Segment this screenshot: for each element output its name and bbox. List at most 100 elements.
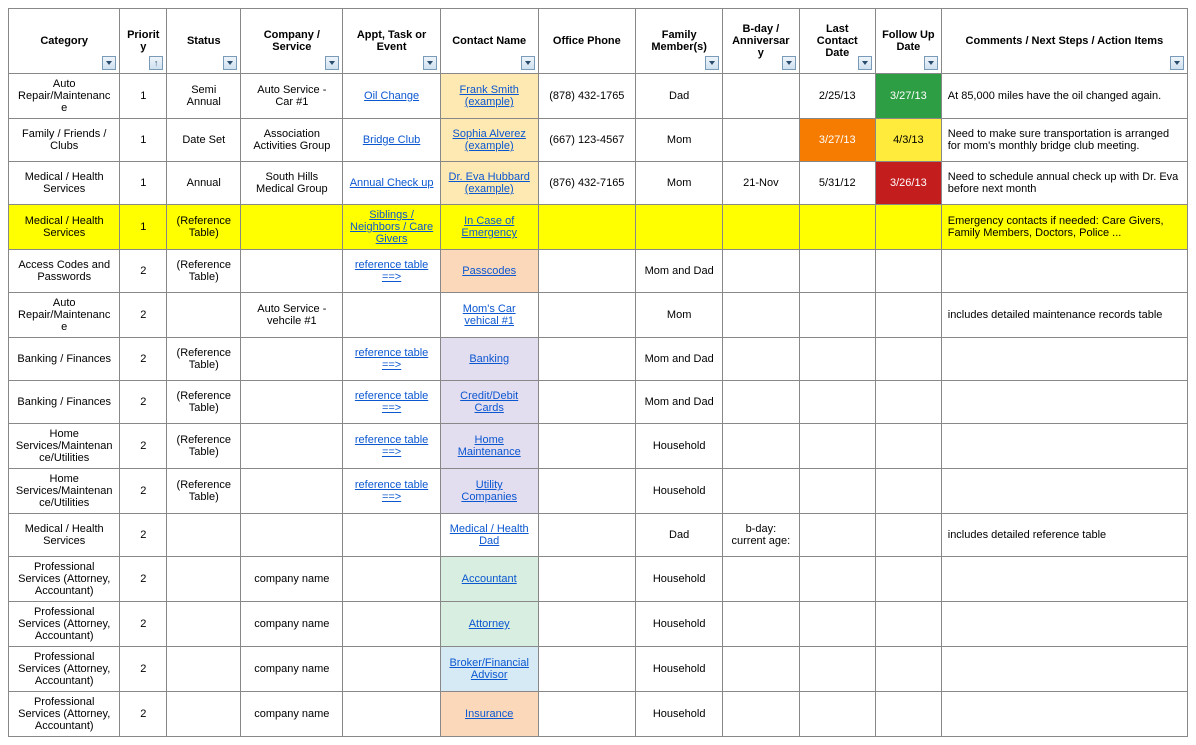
filter-dropdown-icon[interactable] <box>858 56 872 70</box>
header-label: Family Member(s) <box>651 29 707 53</box>
priority-text: 2 <box>140 353 146 365</box>
header-label: Status <box>187 35 221 47</box>
cell-appt <box>343 602 441 647</box>
table-row: Medical / Health Services1AnnualSouth Hi… <box>9 162 1188 205</box>
cell-category: Medical / Health Services <box>9 162 120 205</box>
cell-status <box>167 647 241 692</box>
contact-link[interactable]: Sophia Alverez (example) <box>453 128 526 152</box>
cell-category: Access Codes and Passwords <box>9 250 120 293</box>
cell-appt: reference table ==> <box>343 250 441 293</box>
contact-link[interactable]: Insurance <box>465 708 513 720</box>
cell-comments <box>941 602 1187 647</box>
cell-family: Mom and Dad <box>636 381 723 424</box>
cell-phone <box>538 205 636 250</box>
cell-category: Professional Services (Attorney, Account… <box>9 692 120 737</box>
header-comments: Comments / Next Steps / Action Items <box>941 9 1187 74</box>
cell-appt <box>343 514 441 557</box>
family-text: Dad <box>669 90 689 102</box>
header-last: Last Contact Date <box>799 9 875 74</box>
cell-category: Banking / Finances <box>9 338 120 381</box>
cell-phone <box>538 647 636 692</box>
header-appt: Appt, Task or Event <box>343 9 441 74</box>
header-bday: B-day / Anniversary <box>723 9 799 74</box>
contact-link[interactable]: Mom's Car vehical #1 <box>463 303 516 327</box>
cell-comments: At 85,000 miles have the oil changed aga… <box>941 74 1187 119</box>
family-text: Mom and Dad <box>645 265 714 277</box>
cell-company: company name <box>241 647 343 692</box>
status-text: (Reference Table) <box>177 479 231 503</box>
cell-comments: Need to make sure transportation is arra… <box>941 119 1187 162</box>
appt-link[interactable]: reference table ==> <box>355 259 428 283</box>
cell-contact: Banking <box>440 338 538 381</box>
family-text: Household <box>653 708 706 720</box>
appt-link[interactable]: Oil Change <box>364 90 419 102</box>
status-text: (Reference Table) <box>177 434 231 458</box>
cell-last <box>799 424 875 469</box>
appt-link[interactable]: reference table ==> <box>355 347 428 371</box>
cell-appt <box>343 692 441 737</box>
cell-contact: Sophia Alverez (example) <box>440 119 538 162</box>
cell-bday <box>723 338 799 381</box>
cell-contact: Home Maintenance <box>440 424 538 469</box>
filter-dropdown-icon[interactable] <box>521 56 535 70</box>
family-text: Household <box>653 485 706 497</box>
cell-last: 5/31/12 <box>799 162 875 205</box>
contact-link[interactable]: Medical / Health Dad <box>450 523 529 547</box>
filter-dropdown-icon[interactable] <box>102 56 116 70</box>
cell-category: Professional Services (Attorney, Account… <box>9 602 120 647</box>
table-row: Medical / Health Services1(Reference Tab… <box>9 205 1188 250</box>
priority-text: 2 <box>140 485 146 497</box>
contact-link[interactable]: Utility Companies <box>461 479 517 503</box>
contact-link[interactable]: Credit/Debit Cards <box>460 390 518 414</box>
comments-text: Need to schedule annual check up with Dr… <box>948 171 1179 195</box>
sort-asc-icon[interactable] <box>149 56 163 70</box>
cell-comments: includes detailed reference table <box>941 514 1187 557</box>
company-text: company name <box>254 573 329 585</box>
appt-link[interactable]: reference table ==> <box>355 390 428 414</box>
cell-family: Dad <box>636 514 723 557</box>
cell-priority: 2 <box>120 557 167 602</box>
cell-comments <box>941 424 1187 469</box>
contact-link[interactable]: Broker/Financial Advisor <box>449 657 528 681</box>
contact-link[interactable]: Accountant <box>462 573 517 585</box>
contact-link[interactable]: Attorney <box>469 618 510 630</box>
appt-link[interactable]: reference table ==> <box>355 479 428 503</box>
cell-phone <box>538 293 636 338</box>
priority-text: 2 <box>140 573 146 585</box>
filter-dropdown-icon[interactable] <box>924 56 938 70</box>
contact-link[interactable]: In Case of Emergency <box>461 215 517 239</box>
cell-company: Association Activities Group <box>241 119 343 162</box>
filter-dropdown-icon[interactable] <box>782 56 796 70</box>
filter-dropdown-icon[interactable] <box>325 56 339 70</box>
family-text: Mom <box>667 309 691 321</box>
contact-link[interactable]: Banking <box>469 353 509 365</box>
appt-link[interactable]: Annual Check up <box>350 177 434 189</box>
filter-dropdown-icon[interactable] <box>423 56 437 70</box>
family-text: Mom and Dad <box>645 396 714 408</box>
filter-dropdown-icon[interactable] <box>223 56 237 70</box>
category-text: Medical / Health Services <box>25 171 104 195</box>
follow-text: 3/27/13 <box>890 90 927 102</box>
header-family: Family Member(s) <box>636 9 723 74</box>
table-row: Auto Repair/Maintenance1Semi AnnualAuto … <box>9 74 1188 119</box>
last-text: 3/27/13 <box>819 134 856 146</box>
appt-link[interactable]: reference table ==> <box>355 434 428 458</box>
cell-follow <box>875 647 941 692</box>
filter-dropdown-icon[interactable] <box>705 56 719 70</box>
company-text: Auto Service - Car #1 <box>257 84 326 108</box>
appt-link[interactable]: Bridge Club <box>363 134 420 146</box>
cell-family: Mom <box>636 162 723 205</box>
cell-family: Household <box>636 424 723 469</box>
contact-link[interactable]: Dr. Eva Hubbard (example) <box>449 171 530 195</box>
table-body: Auto Repair/Maintenance1Semi AnnualAuto … <box>9 74 1188 737</box>
cell-company <box>241 205 343 250</box>
contact-link[interactable]: Frank Smith (example) <box>460 84 519 108</box>
filter-dropdown-icon[interactable] <box>1170 56 1184 70</box>
contact-link[interactable]: Home Maintenance <box>458 434 521 458</box>
cell-appt <box>343 293 441 338</box>
cell-priority: 2 <box>120 338 167 381</box>
family-text: Mom and Dad <box>645 353 714 365</box>
contact-link[interactable]: Passcodes <box>462 265 516 277</box>
cell-contact: Medical / Health Dad <box>440 514 538 557</box>
appt-link[interactable]: Siblings / Neighbors / Care Givers <box>350 209 433 245</box>
